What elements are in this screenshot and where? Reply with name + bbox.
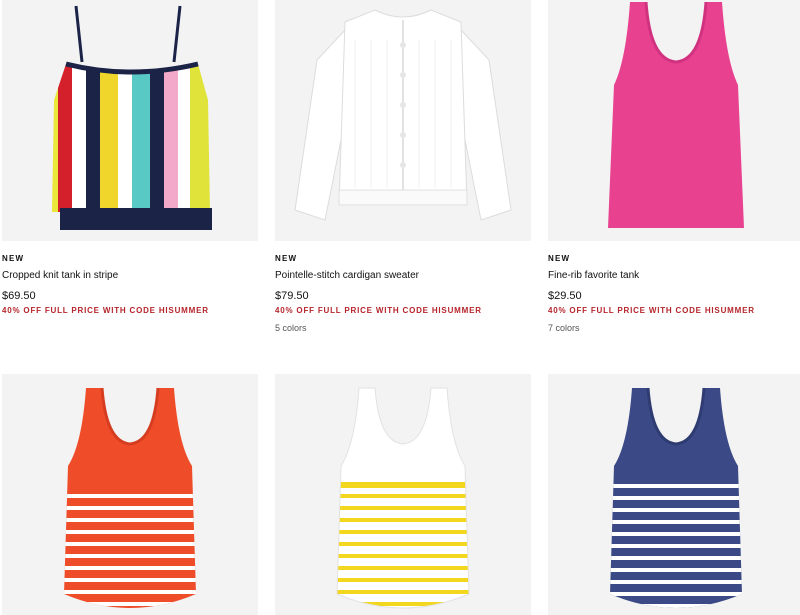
product-image[interactable] [275,374,531,615]
product-price: $69.50 [2,290,36,302]
new-badge: NEW [2,254,25,263]
product-price: $79.50 [275,290,309,302]
product-image[interactable] [548,374,800,615]
product-image[interactable] [2,0,258,241]
pink-tank-image [608,1,744,228]
product-name[interactable]: Fine-rib favorite tank [548,270,800,281]
orange-striped-tank-image [64,387,196,608]
yellow-striped-tank-image [336,387,470,609]
white-cardigan-image [294,9,512,221]
navy-striped-tank-image [610,387,742,608]
striped-knit-tank-image [52,5,212,230]
promo-text: 40% OFF FULL PRICE WITH CODE HISUMMER [548,306,755,315]
promo-text: 40% OFF FULL PRICE WITH CODE HISUMMER [2,306,209,315]
product-image[interactable] [548,0,800,241]
promo-text: 40% OFF FULL PRICE WITH CODE HISUMMER [275,306,482,315]
product-name[interactable]: Pointelle-stitch cardigan sweater [275,270,531,281]
product-price: $29.50 [548,290,582,302]
color-count[interactable]: 7 colors [548,323,800,333]
product-name[interactable]: Cropped knit tank in stripe [2,270,258,281]
color-count[interactable]: 5 colors [275,323,531,333]
new-badge: NEW [275,254,298,263]
product-image[interactable] [2,374,258,615]
new-badge: NEW [548,254,571,263]
product-image[interactable] [275,0,531,241]
